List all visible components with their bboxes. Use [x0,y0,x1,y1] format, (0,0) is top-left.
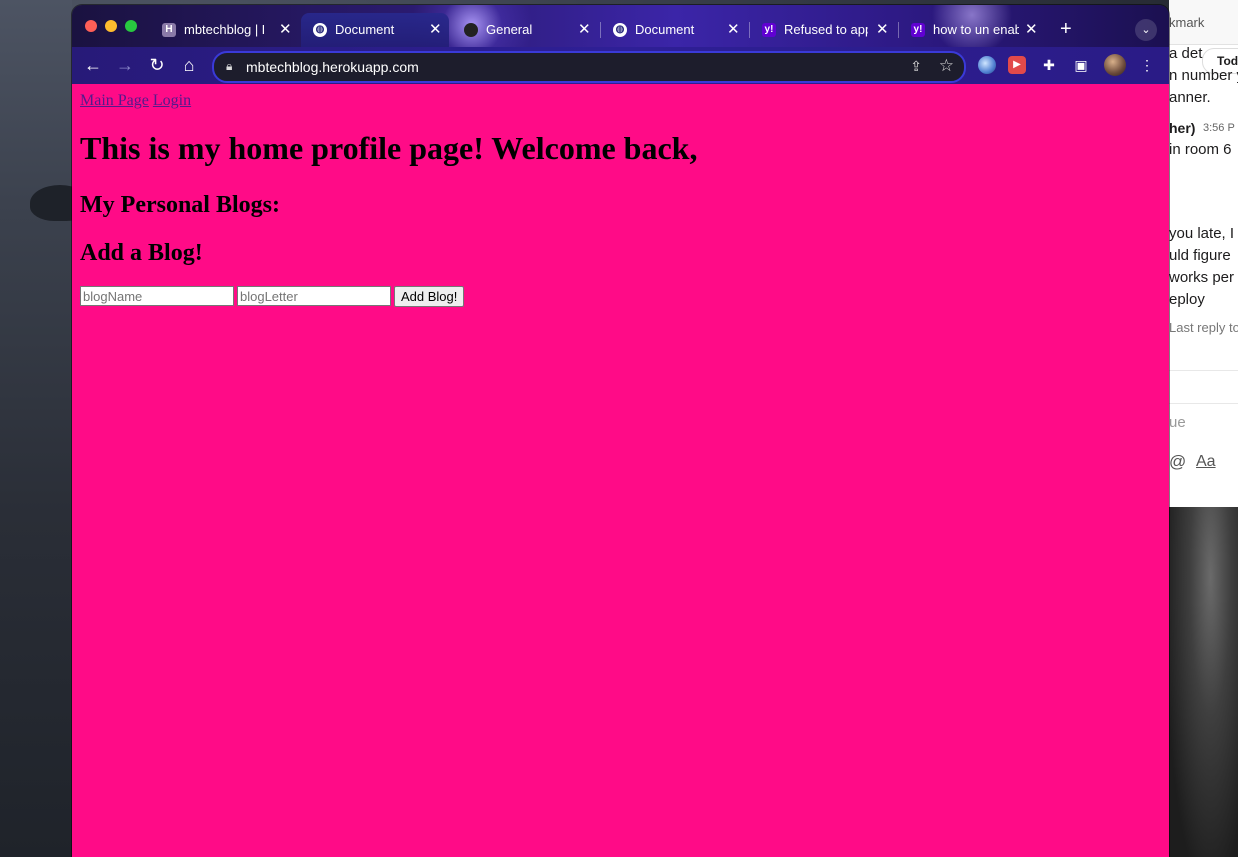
url-text[interactable]: mbtechblog.herokuapp.com [246,53,419,81]
yahoo-icon: y! [911,23,925,37]
menu-kebab-icon[interactable]: ⋮ [1138,56,1156,74]
maximize-window-button[interactable] [125,20,137,32]
page-heading: This is my home profile page! Welcome ba… [80,130,698,166]
main-page-link[interactable]: Main Page [80,92,149,109]
heroku-icon: H [162,23,176,37]
chat-text-line: works per [1169,269,1235,286]
browser-window: H mbtechblog | H ✕ ◍ Document ✕ General … [72,5,1169,857]
tab-search-chevron-icon[interactable]: ⌄ [1135,19,1157,41]
tab-how-to-un-enable[interactable]: y! how to un enab ✕ [899,13,1049,47]
tab-title: Document [635,22,695,37]
desktop-wallpaper-left [0,0,90,857]
background-chat-window: kmark Tod a det n number y anner. her) 3… [1169,0,1238,507]
blog-name-input[interactable] [80,286,234,306]
chat-text-line: eploy [1169,291,1205,308]
tab-title: General [486,22,533,37]
chat-text-line: anner. [1169,89,1211,106]
chat-format-toolbar [1169,370,1238,404]
new-tab-plus-icon[interactable]: + [1060,19,1072,39]
mention-button[interactable]: @ [1169,452,1186,472]
globe-icon: ◍ [313,23,327,37]
tab-title: mbtechblog | H [184,22,264,37]
minimize-window-button[interactable] [105,20,117,32]
address-bar[interactable]: 🔒︎ mbtechblog.herokuapp.com ⇪ ☆ [212,51,966,83]
bookmark-star-icon[interactable]: ☆ [939,56,954,76]
chat-input-placeholder[interactable]: ue [1169,414,1186,431]
today-label: Tod [1217,54,1238,68]
formatting-button[interactable]: Aa [1196,453,1216,471]
chat-text-line: in room 6 [1169,141,1232,158]
login-link[interactable]: Login [153,92,191,109]
reload-icon[interactable]: ↻ [146,54,168,76]
browser-toolbar: ← → ↻ ⌂ 🔒︎ mbtechblog.herokuapp.com ⇪ ☆ … [72,47,1169,84]
github-icon [464,23,478,37]
tab-title: how to un enab [933,22,1019,37]
forward-arrow-icon[interactable]: → [114,54,136,76]
close-window-button[interactable] [85,20,97,32]
tab-title: Document [335,22,395,37]
close-tab-icon[interactable]: ✕ [1025,13,1038,47]
chat-text-line: you late, I [1169,225,1235,242]
close-tab-icon[interactable]: ✕ [578,13,591,47]
home-icon[interactable]: ⌂ [178,54,200,76]
close-tab-icon[interactable]: ✕ [429,13,442,47]
blogs-heading: My Personal Blogs: [80,192,280,218]
globe-icon: ◍ [613,23,627,37]
tab-document-active[interactable]: ◍ Document ✕ [301,13,449,47]
back-arrow-icon[interactable]: ← [82,54,104,76]
chat-timestamp: 3:56 P [1203,122,1235,134]
close-tab-icon[interactable]: ✕ [279,13,292,47]
tab-document[interactable]: ◍ Document ✕ [601,13,749,47]
close-tab-icon[interactable]: ✕ [727,13,740,47]
share-icon[interactable]: ⇪ [910,58,922,75]
close-tab-icon[interactable]: ✕ [876,13,889,47]
chat-last-reply[interactable]: Last reply to [1169,320,1238,335]
add-blog-heading: Add a Blog! [80,240,203,266]
chat-author: her) [1169,120,1196,136]
tab-mbtechblog[interactable]: H mbtechblog | H ✕ [150,13,298,47]
chat-text-line: uld figure [1169,247,1231,264]
chat-text-line: n number y [1169,67,1238,84]
extensions-puzzle-icon[interactable]: ✚ [1040,56,1058,74]
side-panel-icon[interactable]: ▣ [1072,56,1090,74]
extension-record-icon[interactable]: ▶ [1008,56,1026,74]
profile-avatar[interactable] [1104,54,1126,76]
page-nav: Main Page Login [80,92,191,110]
chat-text-line: a det [1169,45,1203,62]
chat-bookmark-text: kmark [1169,15,1205,30]
extension-globe-icon[interactable] [978,56,996,74]
add-blog-button[interactable]: Add Blog! [394,286,465,307]
desktop-wallpaper-right [1169,507,1238,857]
tab-general[interactable]: General ✕ [452,13,600,47]
tab-strip: H mbtechblog | H ✕ ◍ Document ✕ General … [72,5,1169,47]
yahoo-icon: y! [762,23,776,37]
tab-title: Refused to app [784,22,868,37]
lock-icon: 🔒︎ [226,59,233,73]
blog-letter-input[interactable] [237,286,391,306]
page-content: Main Page Login This is my home profile … [72,84,1169,857]
tab-refused-to-app[interactable]: y! Refused to app ✕ [750,13,898,47]
